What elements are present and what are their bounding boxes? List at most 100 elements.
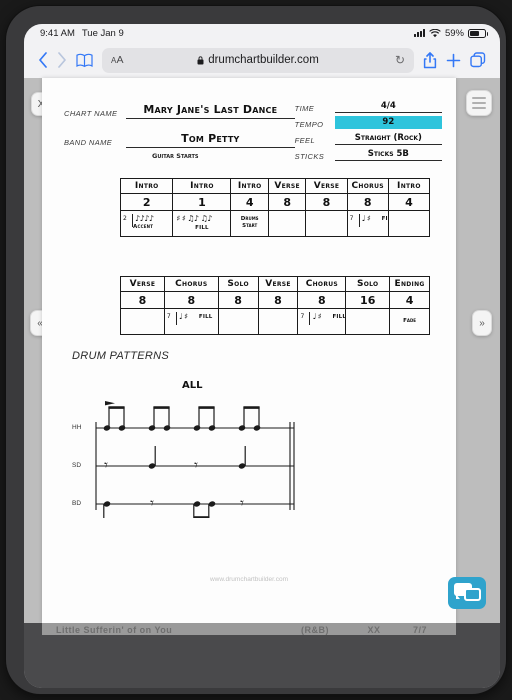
bar-count-cell[interactable]: 8	[218, 292, 259, 309]
staff-svg: 𝄾 𝄾 𝄾 𝄾	[95, 401, 295, 518]
hamburger-menu-icon[interactable]	[466, 90, 492, 116]
detail-cell[interactable]: Drums Start	[231, 211, 269, 237]
detail-notation: ♩ ♯	[312, 312, 322, 321]
drum-notation-staff: HH SD BD 𝄾 𝄾 𝄾 𝄾	[72, 400, 312, 518]
detail-cell[interactable]: Fade	[390, 309, 431, 335]
cellular-signal-icon	[413, 29, 425, 37]
status-bar: 9:41 AM Tue Jan 9 59%	[24, 24, 500, 42]
detail-cell[interactable]: 7 ♩ ♯ FILL	[347, 211, 389, 237]
tabs-icon[interactable]	[470, 52, 486, 68]
detail-cell[interactable]	[388, 211, 430, 237]
section-cell[interactable]: Solo	[218, 277, 259, 292]
meta-value-tempo[interactable]: 92	[334, 116, 442, 129]
browser-toolbar: AA drumchartbuilder.com ↻	[24, 42, 500, 78]
detail-bar-count: 2	[123, 215, 127, 222]
url-text-wrap: drumchartbuilder.com	[102, 54, 414, 66]
section-cell[interactable]: Verse	[121, 277, 165, 292]
detail-cell[interactable]	[346, 309, 391, 335]
clipped-list-row[interactable]: Little Sufferin' of on You (R&B) XX 7/7	[42, 623, 456, 635]
page-viewport: X « » CHART NAME Mary Jane's Last Dance …	[24, 78, 500, 623]
section-cell[interactable]: Intro	[231, 179, 269, 194]
footer-url: www.drumchartbuilder.com	[209, 576, 289, 583]
section-cell[interactable]: Solo	[346, 277, 391, 292]
bar-count-cell[interactable]: 4	[388, 194, 430, 211]
detail-cell[interactable]	[258, 309, 299, 335]
new-tab-icon[interactable]	[446, 53, 461, 68]
band-name-value[interactable]: Tom Petty	[181, 132, 239, 145]
bottom-strip: Little Sufferin' of on You (R&B) XX 7/7	[24, 623, 500, 688]
battery-percent: 59%	[444, 27, 464, 39]
section-cell[interactable]: Verse	[258, 277, 299, 292]
detail-inner	[219, 309, 258, 334]
detail-cell[interactable]	[306, 211, 348, 237]
clipped-col-time: 7/7	[412, 625, 427, 635]
bar-count-cell[interactable]: 8	[121, 292, 165, 309]
url-bar[interactable]: AA drumchartbuilder.com ↻	[102, 47, 414, 73]
next-chart-button[interactable]: »	[472, 310, 492, 336]
device-bezel: 9:41 AM Tue Jan 9 59% AA drumchartbuilde…	[24, 24, 500, 688]
section-cell[interactable]: Chorus	[347, 179, 389, 194]
chart-annotation: Guitar Starts	[152, 152, 199, 160]
bar-count-cell[interactable]: 4	[231, 194, 269, 211]
detail-notation: ♩ ♯	[178, 312, 188, 321]
bar-count-cell[interactable]: 4	[390, 292, 431, 309]
svg-text:𝄾: 𝄾	[104, 456, 108, 474]
bookmarks-icon[interactable]	[76, 53, 93, 68]
detail-notation: ♩ ♯	[361, 214, 371, 223]
bar-count-cell[interactable]: 8	[298, 292, 347, 309]
chart-name-row: CHART NAME Mary Jane's Last Dance	[64, 100, 295, 119]
detail-bar-count: 7	[166, 313, 171, 320]
detail-fade: Fade	[403, 318, 417, 324]
detail-inner: 2 ♪♪♪♪ Accent	[121, 211, 172, 236]
detail-cell[interactable]: 7 ♩ ♯ FILL	[298, 309, 347, 335]
meta-label-sticks: STICKS	[294, 152, 325, 161]
share-icon[interactable]	[423, 51, 437, 69]
chat-bubble-icon[interactable]	[448, 577, 486, 609]
text-size-button[interactable]: AA	[111, 54, 124, 66]
meta-label-tempo: TEMPO	[294, 120, 324, 129]
detail-inner: 7 ♩ ♯ FILL	[298, 309, 345, 334]
detail-cell[interactable]	[121, 309, 165, 335]
clipped-col-title: Little Sufferin' of on You	[56, 625, 173, 635]
detail-text: FILL	[198, 314, 213, 320]
detail-inner: 7 ♩ ♯ FILL	[165, 309, 218, 334]
clipped-col-genre: (R&B)	[301, 625, 329, 635]
forward-icon	[57, 52, 67, 68]
meta-value-time[interactable]: 4/4	[334, 101, 442, 113]
bar-count-cell[interactable]: 8	[306, 194, 348, 211]
meta-value-feel[interactable]: Straight (Rock)	[334, 133, 442, 145]
chart-name-value[interactable]: Mary Jane's Last Dance	[143, 103, 277, 116]
section-cell[interactable]: Verse	[306, 179, 348, 194]
detail-tick	[358, 214, 360, 227]
detail-cell[interactable]: ♯ ♯ ♫♪ ♫♪ FILL	[173, 211, 232, 237]
bar-count-cell[interactable]: 1	[173, 194, 232, 211]
bar-count-cell[interactable]: 8	[347, 194, 389, 211]
section-cell[interactable]: Verse	[268, 179, 307, 194]
detail-cell[interactable]: 7 ♩ ♯ FILL	[164, 309, 219, 335]
bar-count-cell[interactable]: 2	[121, 194, 174, 211]
section-cell[interactable]: Ending	[390, 277, 431, 292]
wifi-icon	[429, 28, 441, 37]
section-cell[interactable]: Intro	[121, 179, 174, 194]
detail-inner	[346, 309, 389, 334]
meta-value-sticks[interactable]: Sticks 5B	[334, 149, 442, 161]
bar-count-cell[interactable]: 8	[258, 292, 299, 309]
chart-grid-row-2: Verse Chorus Solo Verse Chorus Solo Ending 8 8 8 8…	[120, 276, 431, 335]
detail-cell[interactable]: 2 ♪♪♪♪ Accent	[121, 211, 174, 237]
detail-cell[interactable]	[268, 211, 307, 237]
section-row: Verse Chorus Solo Verse Chorus Solo Ending	[121, 277, 431, 292]
screen: 9:41 AM Tue Jan 9 59% AA drumchartbuilde…	[24, 24, 500, 688]
section-cell[interactable]: Intro	[173, 179, 232, 194]
detail-cell[interactable]	[218, 309, 259, 335]
bar-count-cell[interactable]: 8	[164, 292, 219, 309]
section-cell[interactable]: Intro	[388, 179, 430, 194]
bar-count-cell[interactable]: 8	[268, 194, 307, 211]
section-cell[interactable]: Chorus	[298, 277, 347, 292]
reload-icon[interactable]: ↻	[395, 53, 405, 67]
status-date: Tue Jan 9	[81, 27, 124, 39]
band-name-row: BAND NAME Tom Petty	[64, 129, 295, 148]
detail-inner: 7 ♩ ♯ FILL	[348, 211, 388, 236]
bar-count-cell[interactable]: 16	[346, 292, 391, 309]
section-cell[interactable]: Chorus	[164, 277, 219, 292]
back-icon[interactable]	[38, 52, 48, 68]
